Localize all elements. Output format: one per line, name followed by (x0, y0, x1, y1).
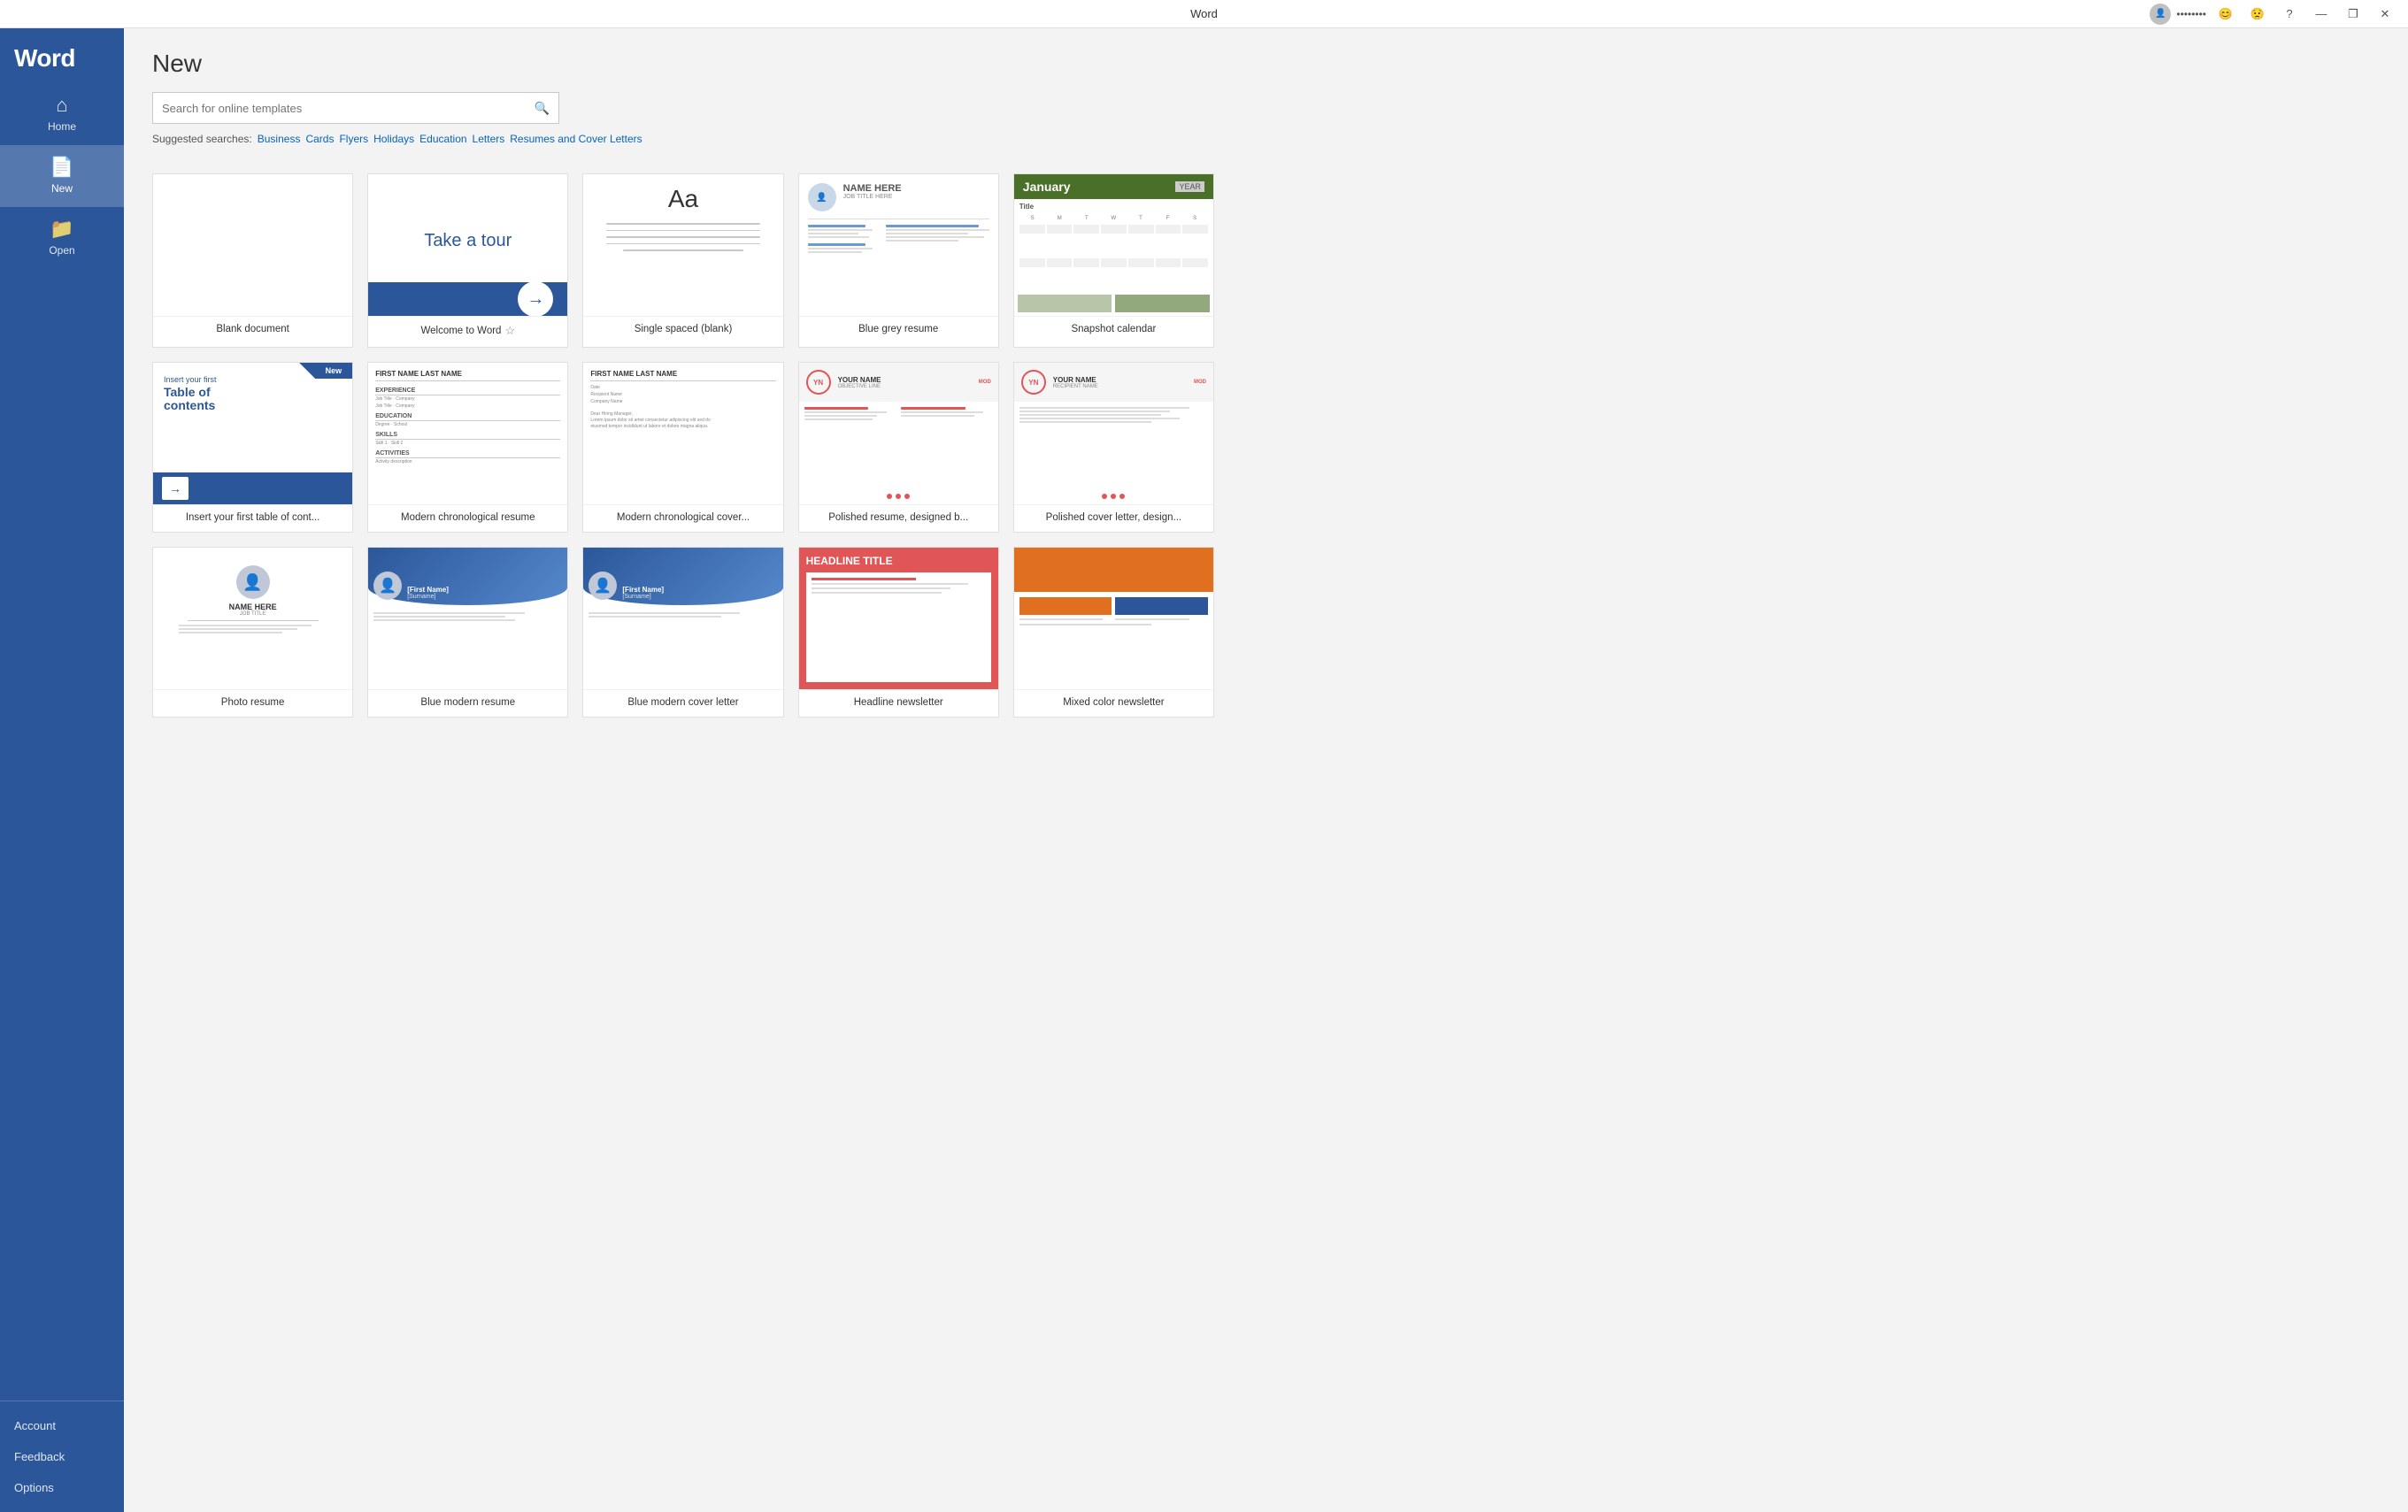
template-thumbnail-headline: HEADLINE TITLE (799, 548, 998, 689)
template-thumbnail-chron-cover: FIRST NAME LAST NAME Date Recipient Name… (583, 363, 782, 504)
template-thumbnail-blue-resume-1: 👤 [First Name] [Surname] (368, 548, 567, 689)
app-body: Word ⌂ Home 📄 New 📁 Open Account Feedbac… (0, 28, 2408, 1512)
template-toc[interactable]: New Insert your first Table ofcontents → (152, 362, 353, 533)
template-label-blue-resume-1: Blue modern resume (368, 689, 567, 717)
sidebar-item-label-open: Open (49, 244, 74, 257)
template-thumbnail-blank (153, 174, 352, 316)
user-area: 👤 •••••••• (2150, 4, 2206, 25)
sidebar-nav: ⌂ Home 📄 New 📁 Open (0, 83, 124, 1401)
content-area: New 🔍 Suggested searches: Business Cards… (124, 28, 2408, 1512)
template-polished-resume[interactable]: YN YOUR NAME OBJECTIVE LINE MOD (798, 362, 999, 533)
template-label-polished-resume: Polished resume, designed b... (799, 504, 998, 532)
sidebar-options[interactable]: Options (0, 1472, 124, 1503)
template-label-tour: Welcome to Word ☆ (368, 316, 567, 347)
template-label-chron-resume: Modern chronological resume (368, 504, 567, 532)
new-icon: 📄 (50, 157, 73, 177)
sidebar-item-home[interactable]: ⌂ Home (0, 83, 124, 145)
suggested-holidays[interactable]: Holidays (373, 133, 414, 145)
template-label-single-spaced: Single spaced (blank) (583, 316, 782, 343)
template-photo-resume[interactable]: 👤 NAME HERE JOB TITLE (152, 547, 353, 718)
sidebar-bottom: Account Feedback Options (0, 1401, 124, 1512)
titlebar: Word 👤 •••••••• 😊 😟 ? — ❐ ✕ (0, 0, 2408, 28)
template-thumbnail-polished-cover: YN YOUR NAME RECIPIENT NAME MOD (1014, 363, 1213, 504)
template-polished-cover[interactable]: YN YOUR NAME RECIPIENT NAME MOD (1013, 362, 1214, 533)
template-thumbnail-blue-resume-2: 👤 [First Name] [Surname] (583, 548, 782, 689)
templates-row-2: New Insert your first Table ofcontents → (152, 362, 1214, 533)
template-thumbnail-blue-grey-resume: 👤 NAME HERE JOB TITLE HERE (799, 174, 998, 316)
sidebar-item-label-new: New (51, 182, 73, 195)
sidebar-item-new[interactable]: 📄 New (0, 145, 124, 207)
user-avatar: 👤 (2150, 4, 2171, 25)
template-headline[interactable]: HEADLINE TITLE Headline newsletter (798, 547, 999, 718)
template-label-blue-resume-2: Blue modern cover letter (583, 689, 782, 717)
maximize-btn[interactable]: ❐ (2341, 2, 2366, 27)
template-label-blank: Blank document (153, 316, 352, 343)
template-single-spaced[interactable]: Aa Single spaced (blank) (582, 173, 783, 348)
close-btn[interactable]: ✕ (2373, 2, 2397, 27)
template-blue-resume-2[interactable]: 👤 [First Name] [Surname] (582, 547, 783, 718)
suggested-business[interactable]: Business (258, 133, 301, 145)
template-thumbnail-chron-resume: FIRST NAME LAST NAME EXPERIENCE Job Titl… (368, 363, 567, 504)
sidebar: Word ⌂ Home 📄 New 📁 Open Account Feedbac… (0, 28, 124, 1512)
username: •••••••• (2176, 8, 2206, 20)
template-label-blue-grey-resume: Blue grey resume (799, 316, 998, 343)
content-header: New 🔍 Suggested searches: Business Cards… (124, 28, 2408, 159)
titlebar-controls: 👤 •••••••• 😊 😟 ? — ❐ ✕ (2150, 2, 2397, 27)
page-title: New (152, 50, 2380, 78)
template-label-toc: Insert your first table of cont... (153, 504, 352, 532)
suggested-education[interactable]: Education (419, 133, 466, 145)
sidebar-logo: Word (0, 28, 124, 83)
template-thumbnail-tour: Take a tour → (368, 174, 567, 316)
tour-text: Take a tour (424, 231, 512, 251)
pin-icon: ☆ (504, 324, 515, 338)
template-label-chron-cover: Modern chronological cover... (583, 504, 782, 532)
suggested-cards[interactable]: Cards (305, 133, 334, 145)
template-tour[interactable]: Take a tour → Welcome to Word (367, 173, 568, 348)
suggested-label: Suggested searches: (152, 133, 252, 145)
search-bar: 🔍 (152, 92, 559, 124)
template-chron-resume[interactable]: FIRST NAME LAST NAME EXPERIENCE Job Titl… (367, 362, 568, 533)
suggested-letters[interactable]: Letters (473, 133, 505, 145)
home-icon: ⌂ (56, 96, 67, 115)
sidebar-item-label-home: Home (48, 120, 76, 133)
template-orange-mixed[interactable]: Mixed color newsletter (1013, 547, 1214, 718)
emoji-happy-btn[interactable]: 😊 (2213, 2, 2238, 27)
template-label-polished-cover: Polished cover letter, design... (1014, 504, 1213, 532)
template-label-photo-resume: Photo resume (153, 689, 352, 717)
template-thumbnail-single-spaced: Aa (583, 174, 782, 316)
sidebar-account[interactable]: Account (0, 1410, 124, 1441)
templates-row-1: Blank document Take a tour → (152, 173, 1214, 348)
search-input[interactable] (162, 102, 535, 115)
minimize-btn[interactable]: — (2309, 2, 2334, 27)
template-thumbnail-photo-resume: 👤 NAME HERE JOB TITLE (153, 548, 352, 689)
resume-avatar: 👤 (808, 183, 836, 211)
template-blank[interactable]: Blank document (152, 173, 353, 348)
template-blue-resume-1[interactable]: 👤 [First Name] [Surname] (367, 547, 568, 718)
template-label-headline: Headline newsletter (799, 689, 998, 717)
suggested-resumes[interactable]: Resumes and Cover Letters (510, 133, 642, 145)
search-icon[interactable]: 🔍 (535, 101, 550, 116)
template-label-calendar: Snapshot calendar (1014, 316, 1213, 343)
app-title: Word (1190, 7, 1218, 20)
template-calendar[interactable]: January YEAR Title S M T W T F (1013, 173, 1214, 348)
template-thumbnail-orange-mixed (1014, 548, 1213, 689)
template-thumbnail-toc: New Insert your first Table ofcontents → (153, 363, 352, 504)
sidebar-feedback[interactable]: Feedback (0, 1441, 124, 1472)
suggested-searches: Suggested searches: Business Cards Flyer… (152, 133, 2380, 145)
template-thumbnail-calendar: January YEAR Title S M T W T F (1014, 174, 1213, 316)
template-thumbnail-polished-resume: YN YOUR NAME OBJECTIVE LINE MOD (799, 363, 998, 504)
templates-area: Blank document Take a tour → (124, 159, 2408, 1512)
template-chron-cover[interactable]: FIRST NAME LAST NAME Date Recipient Name… (582, 362, 783, 533)
aa-text: Aa (668, 185, 698, 213)
template-label-orange-mixed: Mixed color newsletter (1014, 689, 1213, 717)
template-blue-grey-resume[interactable]: 👤 NAME HERE JOB TITLE HERE (798, 173, 999, 348)
emoji-sad-btn[interactable]: 😟 (2245, 2, 2270, 27)
suggested-flyers[interactable]: Flyers (339, 133, 368, 145)
help-btn[interactable]: ? (2277, 2, 2302, 27)
sidebar-item-open[interactable]: 📁 Open (0, 207, 124, 269)
templates-row-3: 👤 NAME HERE JOB TITLE (152, 547, 1214, 718)
open-icon: 📁 (50, 219, 73, 239)
